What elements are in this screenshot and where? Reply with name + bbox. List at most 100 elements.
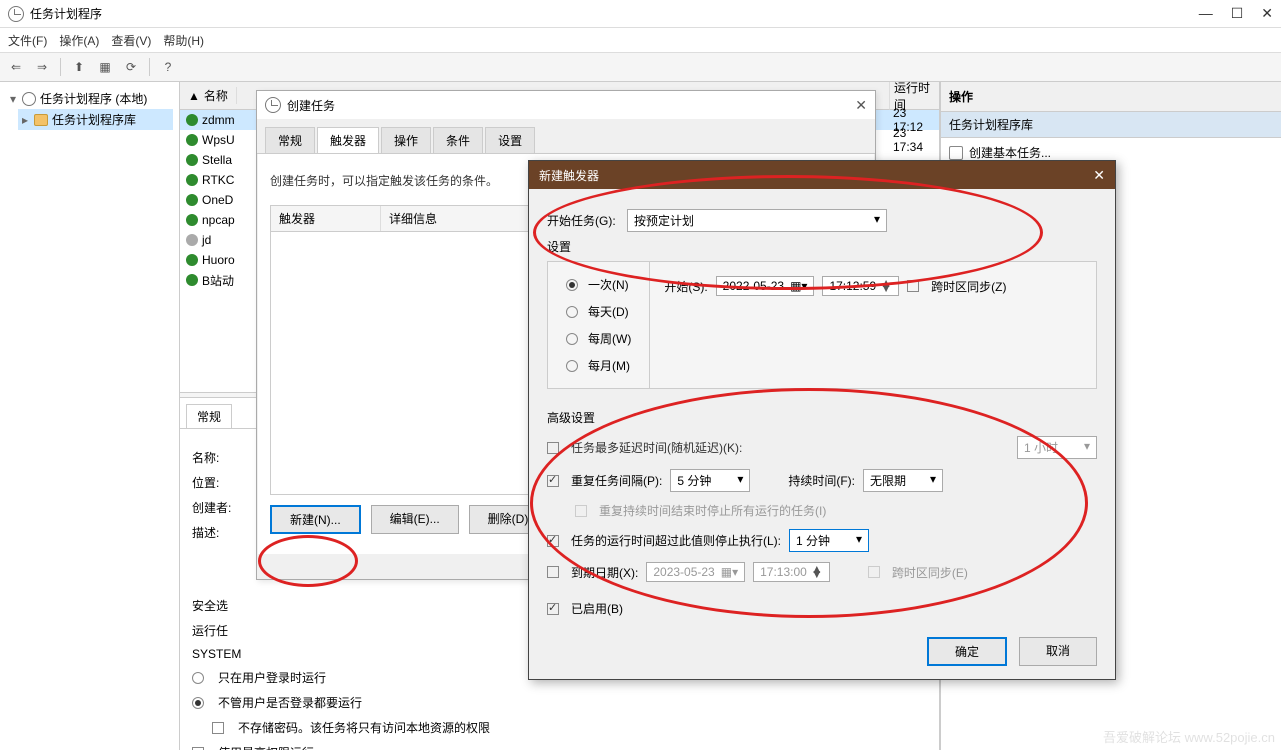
check-highpriv[interactable] (192, 747, 204, 750)
label-desc: 描述: (192, 524, 219, 541)
radio-monthly[interactable] (566, 360, 578, 372)
check-enabled[interactable] (547, 603, 559, 615)
begin-date-input[interactable]: 2022-05-23▦▾ (716, 276, 815, 296)
task-name: jd (202, 233, 211, 247)
tab-operation[interactable]: 操作 (381, 127, 431, 153)
expire-date-value: 2023-05-23 (653, 565, 714, 579)
watermark: 吾爱破解论坛 www.52pojie.cn (1103, 727, 1275, 746)
tb-grid-icon[interactable]: ▦ (95, 57, 115, 77)
minimize-button[interactable]: — (1199, 5, 1213, 22)
begin-time-value: 17:12:59 (829, 279, 876, 293)
task-name: Stella (202, 153, 232, 167)
repeat-label: 重复任务间隔(P): (571, 472, 662, 489)
dialog1-title: 创建任务 (287, 97, 335, 114)
menu-file[interactable]: 文件(F) (8, 32, 47, 49)
check-stop[interactable] (547, 535, 559, 547)
tab-trigger[interactable]: 触发器 (317, 127, 379, 153)
tree-root[interactable]: ▾ 任务计划程序 (本地) (6, 88, 173, 109)
radio-anylogon[interactable] (192, 697, 204, 709)
dialog2-close-icon[interactable]: ✕ (1093, 167, 1105, 184)
dialog-new-trigger: 新建触发器 ✕ 开始任务(G): 按预定计划▾ 设置 一次(N) 每天(D) 每… (528, 160, 1116, 680)
maximize-button[interactable]: ☐ (1231, 5, 1244, 22)
tree-expand-icon[interactable]: ▸ (20, 113, 30, 127)
col-name[interactable]: 名称 (204, 89, 228, 103)
duration-select[interactable]: 无限期▾ (863, 469, 943, 492)
radio-once-label: 一次(N) (588, 276, 629, 293)
time-spinner-icon[interactable]: ▲▼ (880, 281, 892, 291)
sort-up-icon[interactable]: ▲ (188, 89, 200, 103)
chevron-down-icon: ▾ (1084, 439, 1090, 456)
check-tzsync[interactable] (907, 280, 919, 292)
expire-label: 到期日期(X): (571, 564, 638, 581)
delay-label: 任务最多延迟时间(随机延迟)(K): (571, 439, 742, 456)
check-delay[interactable] (547, 442, 559, 454)
tab-condition[interactable]: 条件 (433, 127, 483, 153)
task-status-icon (186, 214, 198, 226)
task-status-icon (186, 174, 198, 186)
radio-weekly[interactable] (566, 333, 578, 345)
label-name: 名称: (192, 449, 219, 466)
dialog1-close-icon[interactable]: ✕ (855, 97, 867, 114)
tab-general[interactable]: 常规 (265, 127, 315, 153)
menu-action[interactable]: 操作(A) (59, 32, 99, 49)
task-time: 23 17:34 (889, 130, 939, 150)
tree-collapse-icon[interactable]: ▾ (8, 92, 18, 106)
app-icon (8, 6, 24, 22)
delay-value: 1 小时 (1024, 439, 1058, 456)
dialog1-icon (265, 97, 281, 113)
stop-select[interactable]: 1 分钟▾ (789, 529, 869, 552)
tree-library[interactable]: ▸ 任务计划程序库 (18, 109, 173, 130)
calendar-icon: ▦▾ (721, 565, 738, 579)
begin-time-input[interactable]: 17:12:59 ▲▼ (822, 276, 899, 296)
radio-once[interactable] (566, 279, 578, 291)
clock-icon (22, 92, 36, 106)
check-nopwd[interactable] (212, 722, 224, 734)
task-name: RTKC (202, 173, 234, 187)
new-trigger-button[interactable]: 新建(N)... (270, 505, 361, 534)
close-button[interactable]: ✕ (1261, 5, 1273, 22)
label-system: SYSTEM (192, 647, 241, 661)
edit-trigger-button[interactable]: 编辑(E)... (371, 505, 459, 534)
tree-root-label: 任务计划程序 (本地) (40, 90, 147, 107)
repeat-value: 5 分钟 (677, 472, 711, 489)
tree-library-label: 任务计划程序库 (52, 111, 136, 128)
nav-fwd-icon[interactable]: ⇒ (32, 57, 52, 77)
menu-view[interactable]: 查看(V) (111, 32, 151, 49)
radio-monthly-label: 每月(M) (588, 357, 630, 374)
task-name: B站动 (202, 272, 234, 289)
task-name: OneD (202, 193, 233, 207)
col-trigger[interactable]: 触发器 (271, 206, 381, 231)
begin-label: 开始(S): (664, 278, 707, 295)
start-task-select[interactable]: 按预定计划 ▾ (627, 209, 887, 232)
check-repeat[interactable] (547, 475, 559, 487)
label-opt1: 只在用户登录时运行 (218, 669, 326, 686)
repeat-select[interactable]: 5 分钟▾ (670, 469, 750, 492)
check-expire[interactable] (547, 566, 559, 578)
tab-settings[interactable]: 设置 (485, 127, 535, 153)
tb-help-icon[interactable]: ? (158, 57, 178, 77)
cancel-button[interactable]: 取消 (1019, 637, 1097, 666)
tb-up-icon[interactable]: ⬆ (69, 57, 89, 77)
label-opt4: 使用最高权限运行 (218, 744, 314, 750)
ok-button[interactable]: 确定 (927, 637, 1007, 666)
label-opt2: 不管用户是否登录都要运行 (218, 694, 362, 711)
nav-back-icon[interactable]: ⇐ (6, 57, 26, 77)
actions-sub: 任务计划程序库 (941, 112, 1281, 138)
task-status-icon (186, 234, 198, 246)
menu-help[interactable]: 帮助(H) (163, 32, 204, 49)
task-status-icon (186, 114, 198, 126)
stop-label: 任务的运行时间超过此值则停止执行(L): (571, 532, 781, 549)
bottom-tab-general[interactable]: 常规 (186, 404, 232, 428)
task-status-icon (186, 154, 198, 166)
task-status-icon (186, 134, 198, 146)
label-opt3: 不存储密码。该任务将只有访问本地资源的权限 (238, 719, 490, 736)
chevron-down-icon: ▾ (874, 212, 880, 229)
start-task-value: 按预定计划 (634, 212, 694, 229)
expire-date-input: 2023-05-23 ▦▾ (646, 562, 745, 582)
tzsync-label: 跨时区同步(Z) (931, 278, 1006, 295)
radio-loggedon[interactable] (192, 672, 204, 684)
tb-refresh-icon[interactable]: ⟳ (121, 57, 141, 77)
radio-daily[interactable] (566, 306, 578, 318)
radio-daily-label: 每天(D) (588, 303, 629, 320)
window-title: 任务计划程序 (30, 5, 102, 22)
